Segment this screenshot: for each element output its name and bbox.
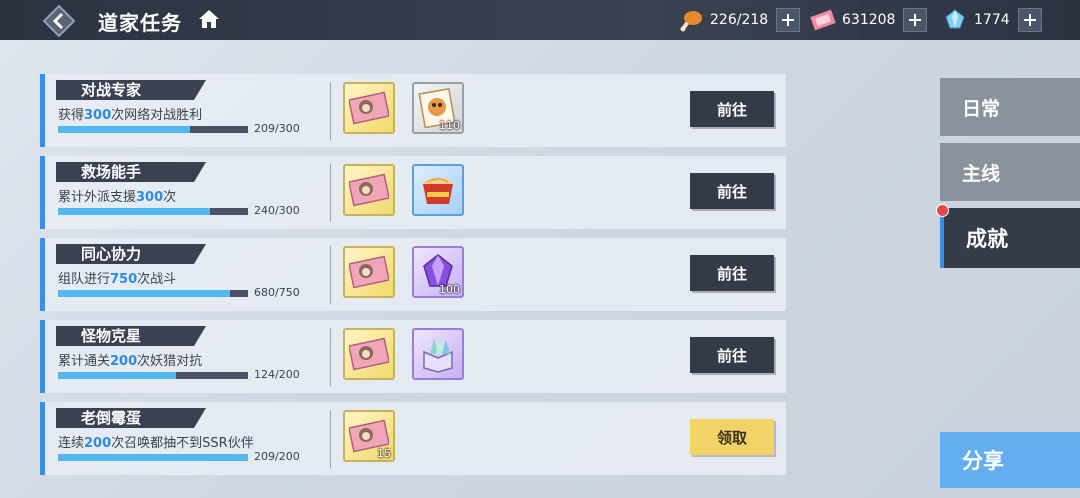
- progress-text: 680/750: [254, 286, 300, 299]
- reward-quantity: 100: [439, 283, 460, 296]
- reward-crystal-box[interactable]: [412, 328, 464, 380]
- task-row: 对战专家 获得300次网络对战胜利 209/300 110 前往: [40, 74, 786, 147]
- notification-dot: [936, 204, 949, 217]
- top-bar: 道家任务 226/218 631208 1774: [0, 0, 1080, 40]
- stamina-value: 226/218: [710, 12, 769, 28]
- page-title: 道家任务: [98, 11, 182, 35]
- coupon-card-icon: [349, 255, 389, 289]
- progress-text: 209/300: [254, 122, 300, 135]
- divider: [330, 328, 331, 386]
- resource-stamina: 226/218: [678, 8, 801, 32]
- progress-text: 124/200: [254, 368, 300, 381]
- progress-bar: [58, 290, 248, 297]
- task-description: 累计通关200次妖猎对抗: [58, 354, 203, 369]
- plus-icon: [782, 14, 795, 26]
- progress-fill: [58, 208, 210, 215]
- task-name: 对战专家: [81, 81, 142, 99]
- add-stamina-button[interactable]: [776, 8, 801, 32]
- home-icon[interactable]: [198, 9, 220, 29]
- task-description: 连续200次召唤都抽不到SSR伙伴: [58, 436, 254, 451]
- reward-shikigami-card[interactable]: 110: [412, 82, 464, 134]
- task-name: 怪物克星: [81, 327, 142, 345]
- tab-main[interactable]: 主线: [940, 143, 1080, 201]
- go-button[interactable]: 前往: [690, 173, 774, 209]
- divider: [330, 246, 331, 304]
- progress-bar: [58, 208, 248, 215]
- progress-fill: [58, 126, 191, 133]
- ticket-icon: [810, 8, 836, 32]
- back-arrow-icon: [42, 4, 76, 38]
- progress-bar: [58, 126, 248, 133]
- task-name: 老倒霉蛋: [81, 409, 142, 427]
- plus-icon: [909, 14, 922, 26]
- progress-fill: [58, 290, 231, 297]
- resource-crystals: 1774: [942, 8, 1042, 32]
- reward-coupon-card[interactable]: [343, 82, 395, 134]
- task-description: 累计外派支援300次: [58, 190, 177, 205]
- reward-purple-gem[interactable]: 100: [412, 246, 464, 298]
- drumstick-icon: [678, 8, 704, 32]
- progress-bar: [58, 454, 248, 461]
- task-row: 同心协力 组队进行750次战斗 680/750 100 前往: [40, 238, 786, 311]
- task-description: 获得300次网络对战胜利: [58, 108, 203, 123]
- share-button[interactable]: 分享: [940, 432, 1080, 488]
- reward-noodle-bowl[interactable]: [412, 164, 464, 216]
- reward-coupon-card[interactable]: [343, 246, 395, 298]
- divider: [330, 410, 331, 468]
- reward-coupon-card[interactable]: 15: [343, 410, 395, 462]
- go-button[interactable]: 前往: [690, 91, 774, 127]
- back-button[interactable]: [42, 4, 76, 38]
- progress-fill: [58, 372, 176, 379]
- divider: [330, 164, 331, 222]
- plus-icon: [1023, 14, 1036, 26]
- coupon-card-icon: [349, 173, 389, 207]
- add-tickets-button[interactable]: [903, 8, 928, 32]
- task-row: 怪物克星 累计通关200次妖猎对抗 124/200 前往: [40, 320, 786, 393]
- add-crystals-button[interactable]: [1017, 8, 1042, 32]
- progress-text: 240/300: [254, 204, 300, 217]
- resource-tickets: 631208: [810, 8, 928, 32]
- progress-text: 209/200: [254, 450, 300, 463]
- crystals-value: 1774: [974, 12, 1010, 28]
- progress-fill: [58, 454, 248, 461]
- reward-quantity: 110: [439, 119, 460, 132]
- go-button[interactable]: 前往: [690, 337, 774, 373]
- crystal-box-icon: [423, 336, 453, 373]
- crystal-icon: [942, 8, 968, 32]
- reward-quantity: 15: [377, 447, 391, 460]
- task-description: 组队进行750次战斗: [58, 272, 177, 287]
- task-name: 救场能手: [81, 163, 142, 181]
- tab-daily[interactable]: 日常: [940, 78, 1080, 136]
- noodle-bowl-icon: [423, 178, 453, 204]
- reward-coupon-card[interactable]: [343, 164, 395, 216]
- reward-coupon-card[interactable]: [343, 328, 395, 380]
- task-row: 救场能手 累计外派支援300次 240/300 前往: [40, 156, 786, 229]
- tickets-value: 631208: [842, 12, 896, 28]
- task-name: 同心协力: [81, 245, 142, 263]
- progress-bar: [58, 372, 248, 379]
- go-button[interactable]: 前往: [690, 255, 774, 291]
- claim-button[interactable]: 领取: [690, 419, 774, 455]
- coupon-card-icon: [349, 337, 389, 371]
- tab-achievements[interactable]: 成就: [940, 208, 1080, 268]
- task-row: 老倒霉蛋 连续200次召唤都抽不到SSR伙伴 209/200 15 领取: [40, 402, 786, 475]
- divider: [330, 82, 331, 140]
- coupon-card-icon: [349, 91, 389, 125]
